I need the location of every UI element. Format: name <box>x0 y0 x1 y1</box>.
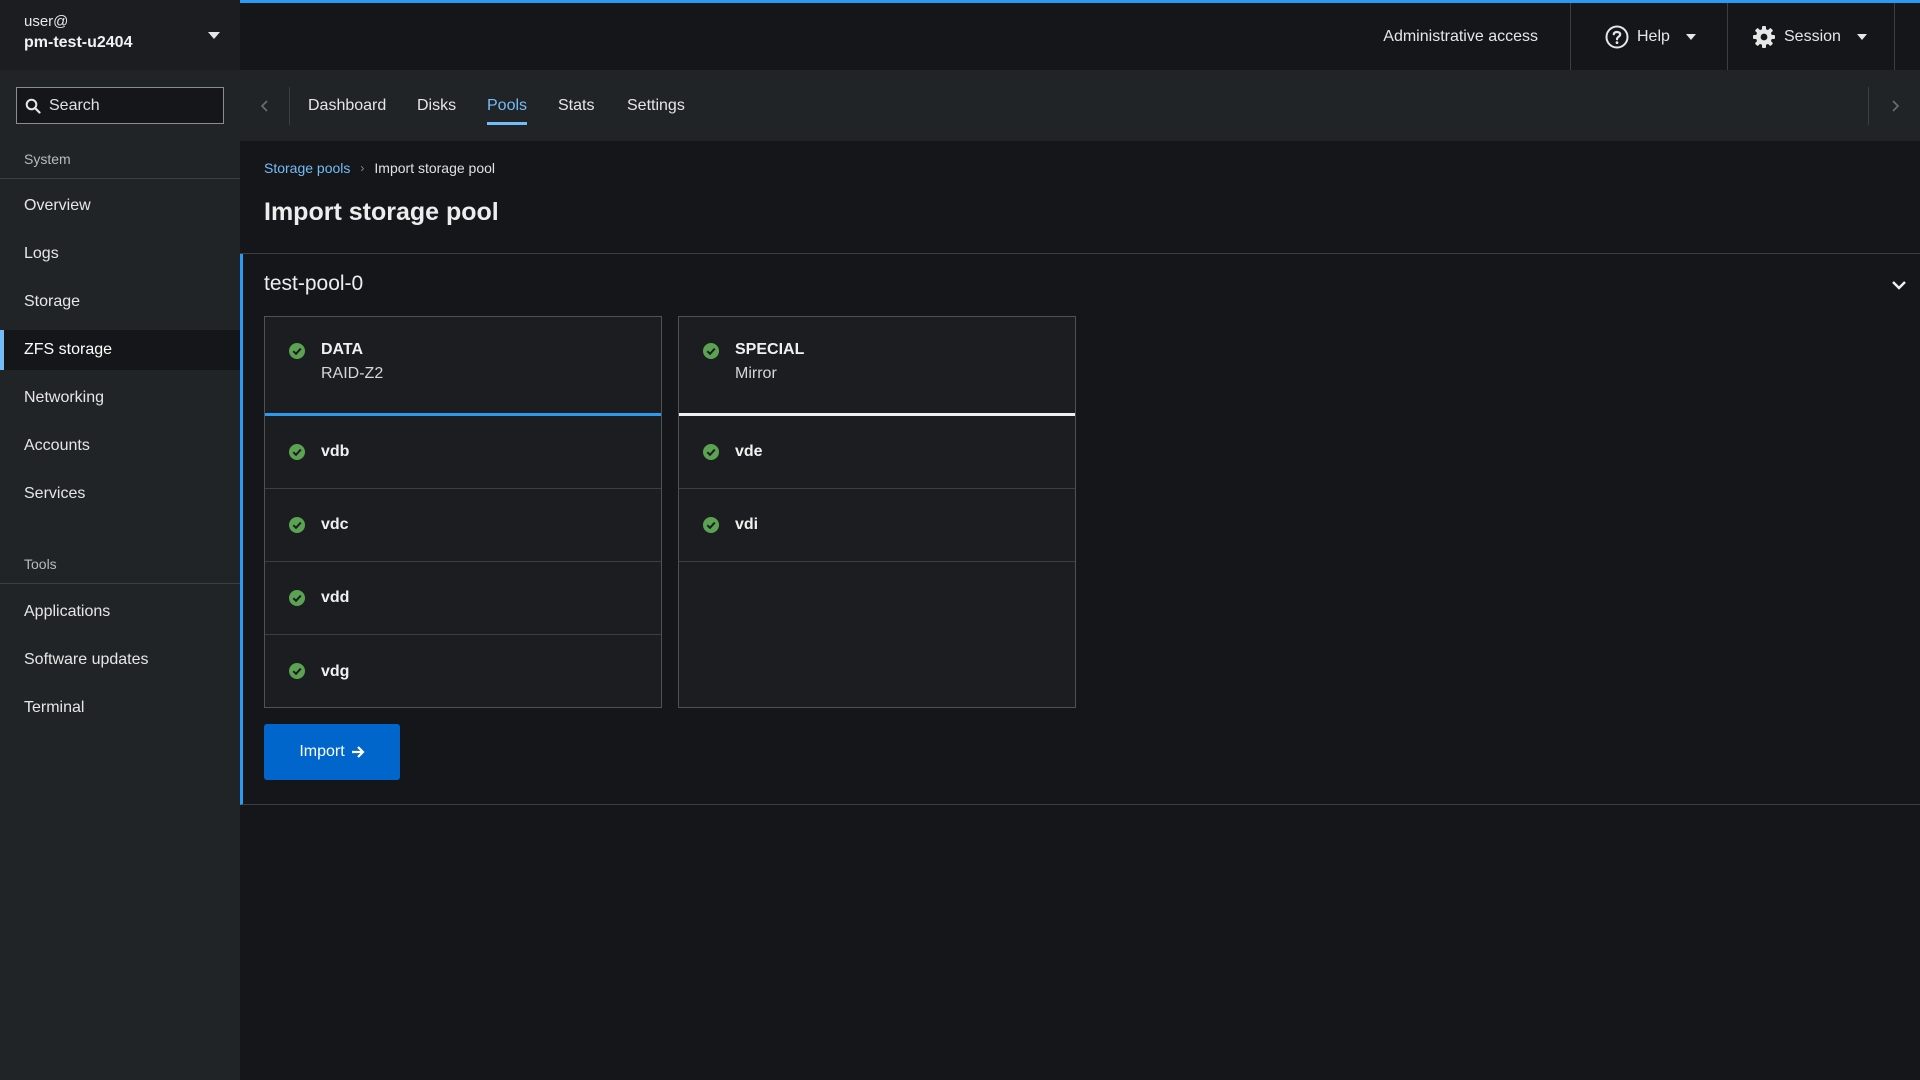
disk-row: vdg <box>265 635 661 708</box>
sidebar-item-networking[interactable]: Networking <box>0 378 240 418</box>
disk-name: vdg <box>321 662 350 680</box>
tab-dashboard[interactable]: Dashboard <box>308 70 386 141</box>
breadcrumb: Storage pools › Import storage pool <box>264 160 495 176</box>
search-box[interactable] <box>16 87 224 124</box>
check-circle-icon <box>289 343 305 359</box>
check-circle-icon <box>289 590 305 606</box>
nav-divider <box>0 178 240 179</box>
check-circle-icon <box>289 663 305 679</box>
tabs-bar: Dashboard Disks Pools Stats Settings <box>240 70 1920 141</box>
tabs-scroll-right-button[interactable] <box>1868 87 1920 125</box>
session-menu-button[interactable]: Session <box>1728 3 1895 70</box>
vdev-header: DATA RAID-Z2 <box>265 317 661 416</box>
vdev-type: SPECIAL <box>735 341 805 358</box>
sidebar-item-software-updates[interactable]: Software updates <box>0 640 240 680</box>
host-name: pm-test-u2404 <box>24 34 133 51</box>
breadcrumb-storage-pools-link[interactable]: Storage pools <box>264 160 350 176</box>
help-label: Help <box>1637 27 1670 45</box>
disk-row: vdd <box>265 562 661 635</box>
sidebar-item-label: Accounts <box>24 437 90 454</box>
page-title: Import storage pool <box>264 198 499 226</box>
tab-label: Dashboard <box>308 96 387 114</box>
sidebar-item-services[interactable]: Services <box>0 474 240 514</box>
disk-row: vdi <box>679 489 1075 562</box>
tab-label: Disks <box>417 96 457 114</box>
nav-divider <box>0 583 240 584</box>
disk-name: vdb <box>321 443 350 460</box>
tabs-scroll-left-button[interactable] <box>240 87 290 125</box>
administrative-access-label: Administrative access <box>1383 27 1538 45</box>
session-label: Session <box>1784 27 1841 45</box>
chevron-down-icon[interactable] <box>1890 276 1908 294</box>
sidebar-item-label: Overview <box>24 197 91 214</box>
caret-down-icon <box>1685 33 1696 40</box>
tab-label: Pools <box>487 96 528 114</box>
sidebar-item-storage[interactable]: Storage <box>0 282 240 322</box>
pool-name: test-pool-0 <box>264 272 364 295</box>
gear-icon <box>1753 25 1775 48</box>
check-circle-icon <box>703 517 719 533</box>
sidebar-item-terminal[interactable]: Terminal <box>0 688 240 728</box>
sidebar-item-overview[interactable]: Overview <box>0 186 240 226</box>
tab-settings[interactable]: Settings <box>627 70 685 141</box>
check-circle-icon <box>289 517 305 533</box>
sidebar-item-accounts[interactable]: Accounts <box>0 426 240 466</box>
vdev-layout: Mirror <box>735 365 777 382</box>
disk-row: vdb <box>265 416 661 489</box>
disk-name: vdc <box>321 516 349 533</box>
sidebar-item-applications[interactable]: Applications <box>0 592 240 632</box>
sidebar-item-label: Terminal <box>24 699 85 716</box>
import-button[interactable]: Import <box>264 724 400 780</box>
vdev-layout: RAID-Z2 <box>321 365 384 382</box>
sidebar-item-label: Software updates <box>24 651 149 668</box>
tab-disks[interactable]: Disks <box>417 70 456 141</box>
help-circle-icon <box>1605 25 1629 48</box>
check-circle-icon <box>703 343 719 359</box>
search-input[interactable] <box>49 96 219 115</box>
host-user: user@ <box>24 13 69 30</box>
disk-name: vde <box>735 443 763 460</box>
sidebar-item-label: ZFS storage <box>24 341 113 358</box>
search-icon <box>25 98 41 114</box>
disk-row: vdc <box>265 489 661 562</box>
tab-pools[interactable]: Pools <box>487 70 528 141</box>
vdev-card-special: SPECIAL Mirror vde vdi <box>678 316 1076 708</box>
caret-down-icon <box>208 32 220 39</box>
sidebar-item-zfs-storage[interactable]: ZFS storage <box>0 330 240 370</box>
disk-row: vde <box>679 416 1075 489</box>
chevron-left-icon <box>260 100 268 112</box>
sidebar-item-logs[interactable]: Logs <box>0 234 240 274</box>
host-switcher[interactable]: user@ pm-test-u2404 <box>0 0 240 70</box>
pool-section: test-pool-0 DATA RAID-Z2 vdb vdc vdd vdg <box>240 254 1920 805</box>
disk-name: vdi <box>735 516 759 533</box>
vdev-type: DATA <box>321 341 364 358</box>
vdev-header: SPECIAL Mirror <box>679 317 1075 416</box>
sidebar-item-label: Services <box>24 485 86 502</box>
chevron-right-icon: › <box>360 161 365 175</box>
breadcrumb-current: Import storage pool <box>374 160 496 176</box>
sidebar-item-label: Storage <box>24 293 81 310</box>
help-menu-button[interactable]: Help <box>1583 3 1728 70</box>
tab-label: Stats <box>558 96 595 114</box>
nav-section-system: System <box>24 151 71 167</box>
top-header: Administrative access Help Session <box>240 0 1920 70</box>
vdev-card-data: DATA RAID-Z2 vdb vdc vdd vdg <box>264 316 662 708</box>
sidebar-item-label: Applications <box>24 603 111 620</box>
administrative-access-button[interactable]: Administrative access <box>1383 3 1571 70</box>
tab-label: Settings <box>627 96 685 114</box>
import-label: Import <box>299 743 345 760</box>
disk-name: vdd <box>321 589 350 606</box>
sidebar-item-label: Networking <box>24 389 105 406</box>
sidebar-item-label: Logs <box>24 245 59 262</box>
chevron-right-icon <box>1891 100 1899 112</box>
sidebar: user@ pm-test-u2404 System Overview Logs… <box>0 0 240 1080</box>
arrow-right-icon <box>351 746 365 758</box>
caret-down-icon <box>1856 33 1867 40</box>
nav-section-tools: Tools <box>24 556 57 572</box>
check-circle-icon <box>289 444 305 460</box>
check-circle-icon <box>703 444 719 460</box>
tab-stats[interactable]: Stats <box>558 70 594 141</box>
